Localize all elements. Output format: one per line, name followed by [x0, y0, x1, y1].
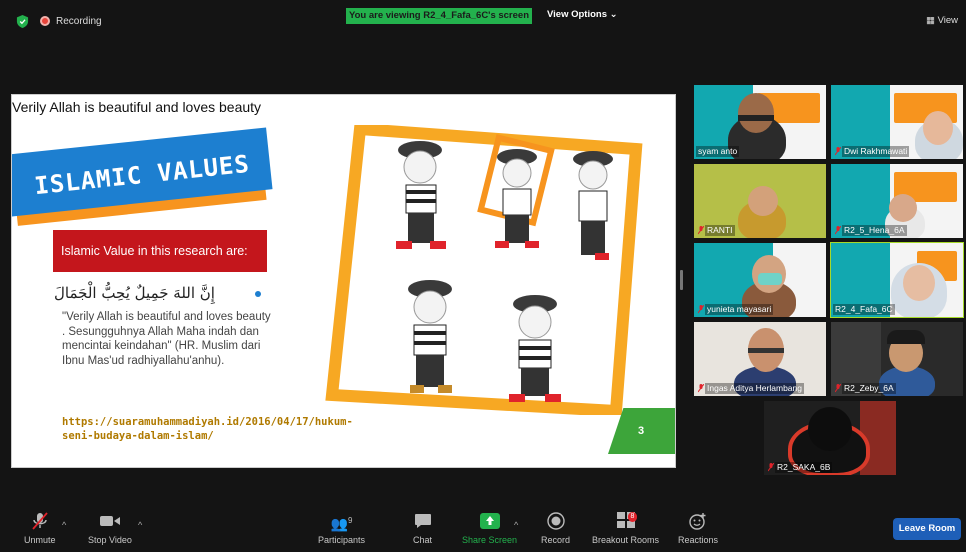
shared-screen: Verily Allah is beautiful and loves beau…: [11, 94, 676, 468]
page-number: 3: [638, 425, 645, 437]
participants-label: Participants: [318, 535, 366, 545]
share-screen-label: Share Screen: [462, 535, 518, 545]
chat-label: Chat: [413, 535, 433, 545]
breakout-rooms-label: Breakout Rooms: [592, 535, 660, 545]
participant-name: syam anto: [696, 146, 740, 157]
participant-tile[interactable]: R2_SAKA_6B: [764, 401, 896, 475]
muted-mic-icon: [698, 384, 704, 393]
record-icon: [546, 512, 565, 530]
participants-count: 9: [348, 516, 353, 525]
video-options-caret-icon[interactable]: ^: [138, 520, 142, 530]
participant-tile[interactable]: RANTI: [694, 164, 826, 238]
split-divider-handle[interactable]: [680, 270, 683, 290]
source-link: https://suaramuhammadiyah.id/2016/04/17/…: [62, 416, 353, 442]
muted-mic-icon: [32, 512, 48, 530]
muted-mic-icon: [698, 305, 704, 314]
shield-icon[interactable]: [16, 15, 29, 28]
participant-tile-active-speaker[interactable]: R2_4_Fafa_6C: [830, 242, 964, 318]
chat-icon: [414, 514, 431, 528]
reactions-label: Reactions: [678, 535, 719, 545]
muted-mic-icon: [835, 147, 841, 156]
record-dot-icon: [40, 16, 50, 26]
breakout-badge: 8: [627, 512, 638, 522]
value-box: Islamic Value in this research are:: [53, 230, 267, 272]
record-label: Record: [541, 535, 571, 545]
leave-room-button[interactable]: Leave Room: [893, 518, 961, 540]
participant-name: Dwi Rakhmawati: [842, 146, 910, 157]
participant-tile[interactable]: yunieta mayasari: [694, 243, 826, 317]
mime-illustration: [325, 125, 643, 415]
muted-mic-icon: [835, 226, 841, 235]
grid-view-icon: ▦: [925, 15, 935, 26]
view-options-button[interactable]: View Options ⌄: [547, 9, 618, 20]
participant-tile[interactable]: syam anto: [694, 85, 826, 159]
hadith-quote: "Verily Allah is beautiful and loves bea…: [62, 311, 271, 367]
record-button[interactable]: Record: [541, 512, 570, 545]
participant-name: R2_SAKA_6B: [775, 462, 833, 473]
participant-name: R2_Zeby_6A: [842, 383, 896, 394]
participant-name: R2_4_Fafa_6C: [833, 304, 895, 315]
muted-mic-icon: [768, 463, 774, 472]
participant-name: Ingas Aditya Herlambang: [705, 383, 804, 394]
recording-label: Recording: [56, 16, 102, 27]
participant-name: RANTI: [705, 225, 735, 236]
participant-tile[interactable]: R2_5_Hena_6A: [831, 164, 963, 238]
slide-caption: Verily Allah is beautiful and loves beau…: [12, 99, 262, 115]
participant-name: yunieta mayasari: [705, 304, 774, 315]
participant-tile[interactable]: Ingas Aditya Herlambang: [694, 322, 826, 396]
participants-button[interactable]: 👥9 Participants: [318, 512, 365, 545]
share-screen-icon: [479, 513, 500, 529]
muted-mic-icon: [698, 226, 704, 235]
muted-mic-icon: [835, 384, 841, 393]
chevron-down-icon: ⌄: [609, 9, 618, 20]
video-camera-icon: [99, 516, 120, 526]
chat-button[interactable]: Chat: [413, 512, 432, 545]
view-options-label: View Options: [547, 9, 608, 20]
view-button[interactable]: ▦ View: [926, 15, 958, 26]
bullet-dot: [255, 291, 261, 297]
view-label: View: [937, 15, 958, 26]
share-options-caret-icon[interactable]: ^: [514, 520, 518, 530]
arabic-text: إِنَّ اللهَ جَمِيلٌ يُحِبُّ الْجَمَالَ: [54, 284, 215, 302]
participant-tile[interactable]: R2_Zeby_6A: [831, 322, 963, 396]
viewing-banner: You are viewing R2_4_Fafa_6C's screen: [346, 8, 532, 24]
share-screen-button[interactable]: Share Screen: [462, 512, 517, 545]
stop-video-button[interactable]: Stop Video: [88, 512, 132, 545]
reactions-button[interactable]: Reactions: [678, 512, 718, 545]
participant-name: R2_5_Hena_6A: [842, 225, 907, 236]
stop-video-label: Stop Video: [88, 535, 132, 545]
unmute-label: Unmute: [24, 535, 56, 545]
participant-tile[interactable]: Dwi Rakhmawati: [831, 85, 963, 159]
breakout-rooms-button[interactable]: 8 Breakout Rooms: [592, 512, 659, 545]
reactions-icon: [689, 513, 706, 530]
breakout-rooms-icon: 8: [612, 512, 640, 530]
audio-options-caret-icon[interactable]: ^: [62, 520, 66, 530]
top-bar: Recording You are viewing R2_4_Fafa_6C's…: [0, 0, 966, 34]
unmute-button[interactable]: Unmute: [24, 512, 56, 545]
participants-icon: 👥9: [330, 515, 353, 532]
meeting-toolbar: Unmute ^ Stop Video ^ 👥9 Participants Ch…: [0, 508, 966, 552]
